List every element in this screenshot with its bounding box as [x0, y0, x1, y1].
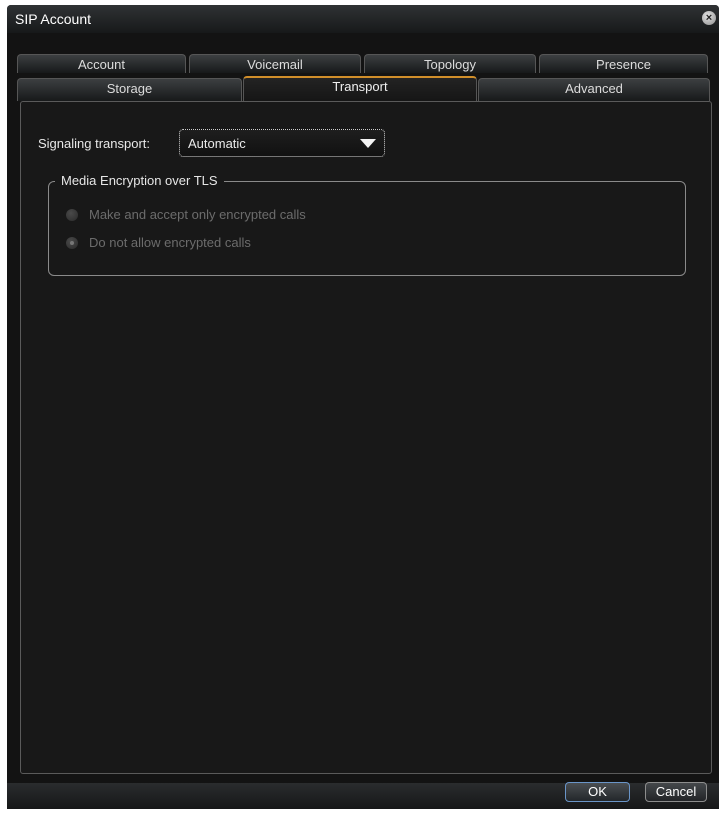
- tab-storage-label: Storage: [106, 81, 153, 96]
- chevron-down-icon: [360, 139, 376, 148]
- tab-transport[interactable]: Transport: [243, 76, 477, 102]
- tab-advanced-label: Advanced: [565, 81, 623, 96]
- tab-topology[interactable]: Topology: [364, 54, 536, 73]
- window-title: SIP Account: [15, 11, 92, 27]
- radio-encrypted-only[interactable]: [66, 209, 78, 221]
- tab-voicemail[interactable]: Voicemail: [189, 54, 361, 73]
- tab-presence[interactable]: Presence: [539, 54, 708, 73]
- radio-encrypted-only-label: Make and accept only encrypted calls: [89, 207, 306, 222]
- tab-topology-label: Topology: [423, 57, 477, 72]
- tab-account-label: Account: [78, 57, 125, 72]
- tab-account[interactable]: Account: [17, 54, 186, 73]
- ok-button[interactable]: OK: [565, 782, 630, 802]
- media-encryption-title: Media Encryption over TLS: [55, 173, 224, 188]
- sip-account-dialog: SIP Account × Account Voicemail Topology…: [7, 5, 719, 809]
- signaling-transport-select[interactable]: Automatic: [179, 129, 385, 157]
- cancel-button[interactable]: Cancel: [645, 782, 707, 802]
- tab-transport-label: Transport: [332, 79, 388, 94]
- close-icon[interactable]: ×: [702, 11, 716, 25]
- radio-no-encryption[interactable]: [66, 237, 78, 249]
- tab-advanced[interactable]: Advanced: [478, 78, 710, 101]
- media-encryption-group: [48, 181, 686, 276]
- title-bar[interactable]: SIP Account ×: [7, 5, 719, 33]
- signaling-transport-value: Automatic: [188, 136, 246, 151]
- tab-storage[interactable]: Storage: [17, 78, 242, 101]
- signaling-transport-label: Signaling transport:: [38, 136, 151, 151]
- radio-no-encryption-label: Do not allow encrypted calls: [89, 235, 251, 250]
- tab-voicemail-label: Voicemail: [247, 57, 303, 72]
- tab-presence-label: Presence: [596, 57, 651, 72]
